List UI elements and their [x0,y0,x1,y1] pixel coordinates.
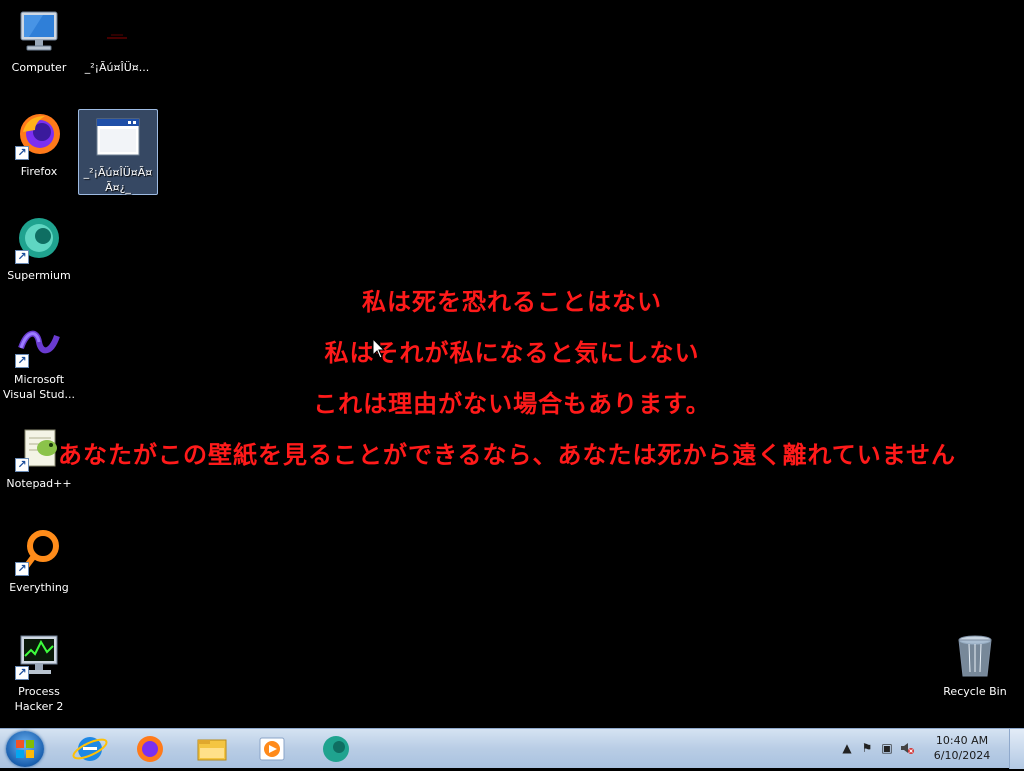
everything-desktop-icon[interactable]: ↗ Everything [0,528,78,595]
recycle-bin-label: Recycle Bin [943,685,1007,698]
shortcut-arrow-icon: ↗ [15,666,29,680]
firefox-icon: ↗ [15,112,63,160]
recycle-bin-icon [951,632,999,680]
clock-date: 6/10/2024 [933,749,991,762]
volume-muted-icon[interactable] [900,741,914,755]
everything-label: Everything [9,581,69,594]
blank-file-icon [93,8,141,56]
process-hacker-icon: ↗ [15,632,63,680]
mouse-cursor-icon [372,338,386,359]
taskbar-file-explorer[interactable] [186,732,238,766]
taskbar-firefox[interactable] [124,732,176,766]
firefox-desktop-icon[interactable]: ↗ Firefox [0,112,78,179]
shortcut-arrow-icon: ↗ [15,562,29,576]
wallpaper-line-3: これは理由がない場合もあります。 [313,390,711,418]
taskbar-supermium[interactable] [310,732,362,766]
windows-logo-icon [16,740,34,758]
computer-label: Computer [11,61,67,74]
garbled-file-desktop-icon[interactable]: _²¡Ãú¤ÎÜ¤... [78,8,156,75]
start-button[interactable] [6,731,44,767]
action-center-flag-icon[interactable]: ⚑ [860,741,874,755]
shortcut-arrow-icon: ↗ [15,146,29,160]
process-hacker-label: Process Hacker 2 [14,685,64,713]
garbled-program-desktop-icon[interactable]: _²¡Ãú¤ÎÜ¤Ã¤ Ã¤¿_ [78,109,158,195]
firefox-label: Firefox [20,165,58,178]
recycle-bin-desktop-icon[interactable]: Recycle Bin [936,632,1014,699]
supermium-icon [323,736,349,762]
taskbar-internet-explorer[interactable] [64,732,116,766]
supermium-icon: ↗ [15,216,63,264]
supermium-desktop-icon[interactable]: ↗ Supermium [0,216,78,283]
notepad-plus-plus-label: Notepad++ [6,477,72,490]
wallpaper-line-4: あなたがこの壁紙を見ることができるなら、あなたは死から遠く離れていません [57,441,957,469]
desktop: Computer _²¡Ãú¤ÎÜ¤... ↗ Firefox _²¡Ãú¤ÎÜ… [0,0,1024,728]
file-explorer-icon [197,739,227,761]
clock[interactable]: 10:40 AM 6/10/2024 [926,733,998,763]
garbled-file-label: _²¡Ãú¤ÎÜ¤... [84,61,150,74]
taskbar: ▲ ⚑ ▣ 10:40 AM 6/10/2024 [0,728,1024,769]
computer-desktop-icon[interactable]: Computer [0,8,78,75]
clock-time: 10:40 AM [935,734,989,747]
application-window-icon [94,113,142,161]
internet-explorer-icon [72,737,108,761]
network-icon[interactable]: ▣ [880,741,894,755]
taskbar-media-player[interactable] [246,732,298,766]
supermium-label: Supermium [7,269,71,282]
computer-icon [15,8,63,56]
show-desktop-button[interactable] [1009,729,1024,769]
wallpaper-line-1: 私は死を恐れることはない [362,288,662,316]
media-player-icon [259,737,285,761]
process-hacker-desktop-icon[interactable]: ↗ Process Hacker 2 [0,632,78,714]
wallpaper-line-2: 私はそれが私になると気にしない [324,339,700,367]
shortcut-arrow-icon: ↗ [15,250,29,264]
firefox-icon [137,736,163,762]
everything-search-icon: ↗ [15,528,63,576]
show-hidden-icons-chevron-icon[interactable]: ▲ [840,741,854,755]
system-tray: ▲ ⚑ ▣ 10:40 AM 6/10/2024 [834,729,1024,769]
garbled-program-label: _²¡Ãú¤ÎÜ¤Ã¤ Ã¤¿_ [83,166,153,194]
